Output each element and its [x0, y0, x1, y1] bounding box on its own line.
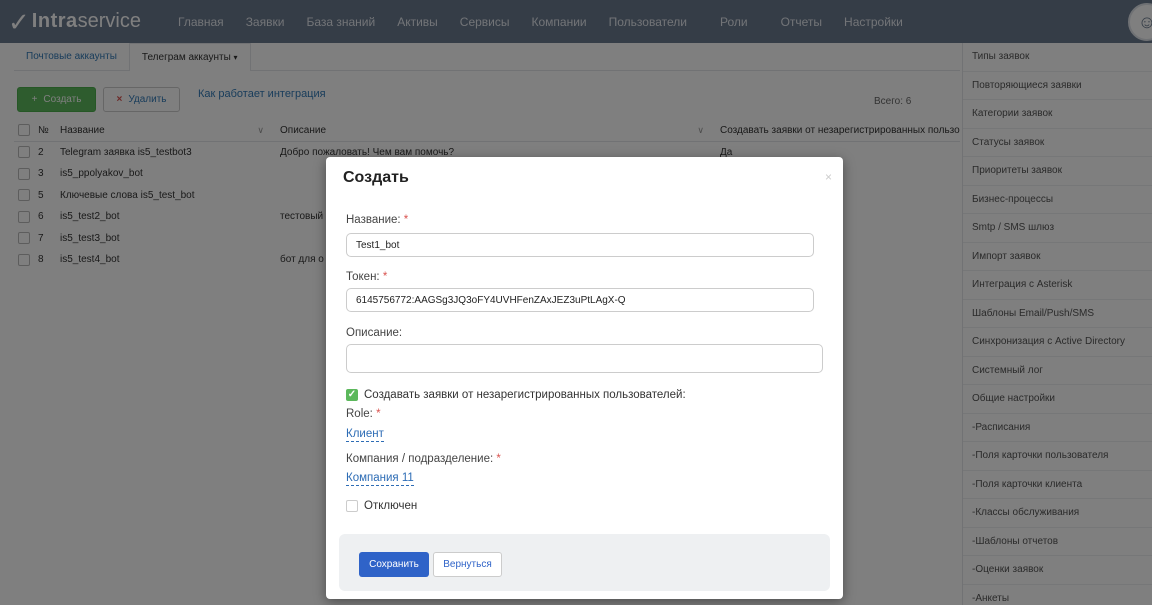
description-label: Описание:: [346, 327, 403, 339]
dialog-title: Создать: [343, 169, 409, 186]
create-unregistered-checkbox[interactable]: ✓: [346, 389, 358, 401]
role-label-text: Role:: [346, 408, 373, 420]
role-label: Role: *: [346, 408, 381, 420]
name-label: Название: *: [346, 214, 408, 226]
token-input[interactable]: [346, 288, 814, 312]
required-mark: *: [403, 214, 409, 226]
create-unregistered-label: Создавать заявки от незарегистрированных…: [364, 389, 686, 401]
create-unregistered-row[interactable]: ✓ Создавать заявки от незарегистрированн…: [346, 389, 686, 401]
role-select-link[interactable]: Клиент: [346, 428, 384, 442]
dialog-footer: Сохранить Вернуться: [339, 534, 830, 591]
name-input[interactable]: [346, 233, 814, 257]
close-icon[interactable]: ×: [825, 170, 832, 184]
token-label-text: Токен:: [346, 271, 380, 283]
required-mark: *: [376, 408, 381, 420]
company-label: Компания / подразделение: *: [346, 453, 501, 465]
disabled-label: Отключен: [364, 500, 418, 512]
description-input[interactable]: [346, 344, 823, 373]
required-mark: *: [382, 271, 388, 283]
disabled-row[interactable]: Отключен: [346, 500, 417, 512]
company-label-text: Компания / подразделение:: [346, 453, 494, 465]
back-button[interactable]: Вернуться: [433, 552, 502, 577]
name-label-text: Название:: [346, 214, 401, 226]
company-select-link[interactable]: Компания 11: [346, 472, 414, 486]
token-label: Токен: *: [346, 271, 387, 283]
required-mark: *: [496, 453, 501, 465]
disabled-checkbox[interactable]: [346, 500, 358, 512]
create-telegram-account-dialog: Создать × Название: * Токен: * Описание:…: [326, 157, 843, 599]
save-button[interactable]: Сохранить: [359, 552, 429, 577]
